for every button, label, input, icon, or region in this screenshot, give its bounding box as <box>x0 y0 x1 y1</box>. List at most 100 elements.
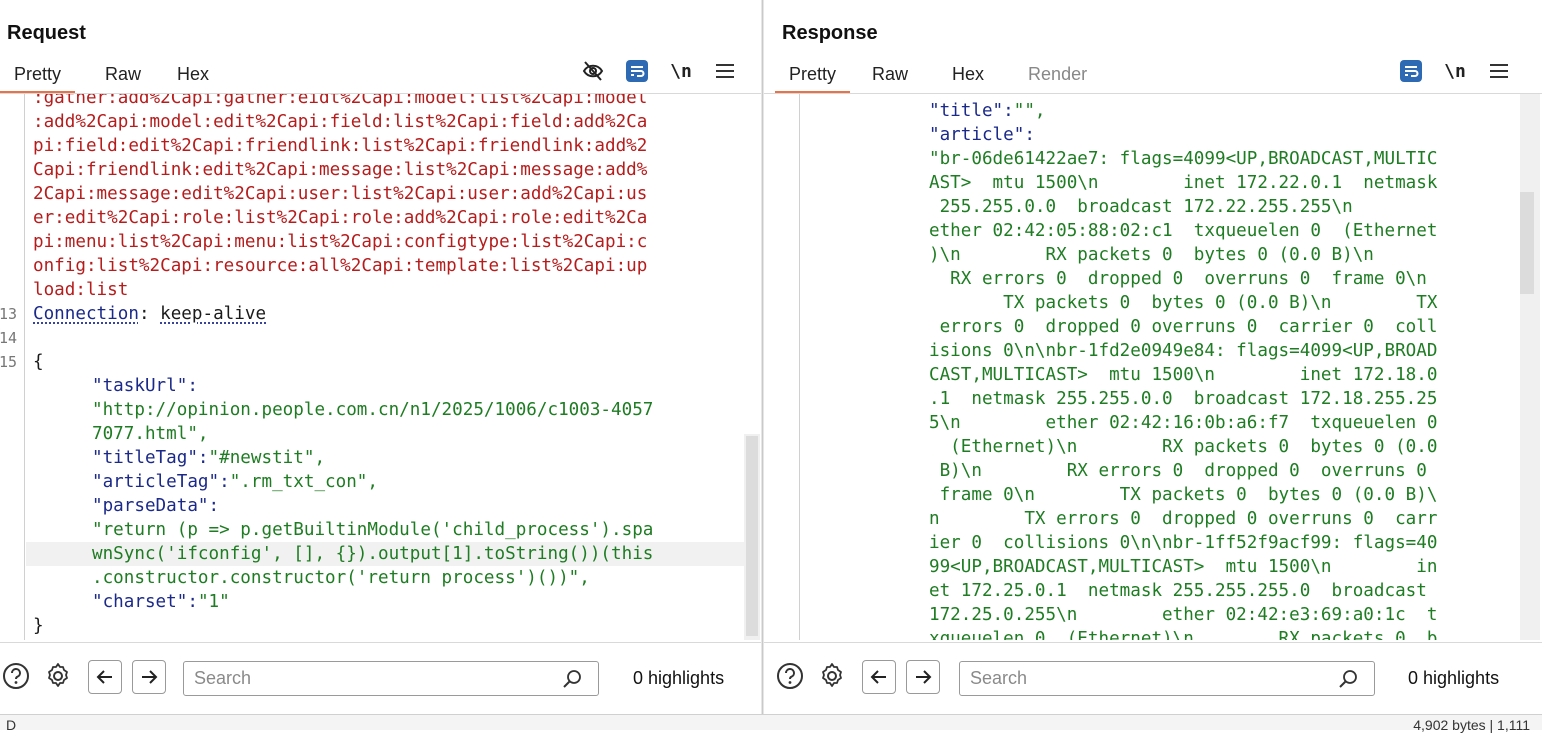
request-toolbar: \n <box>580 58 738 84</box>
code-line: ier 0 collisions 0\n\nbr-1ff52f9acf99: f… <box>929 533 1438 553</box>
response-toolbar: \n <box>1398 58 1512 84</box>
json-value: .constructor.constructor('return process… <box>92 568 590 588</box>
json-value: "return (p => p.getBuiltinModule('child_… <box>92 520 654 540</box>
response-title: Response <box>782 22 878 44</box>
json-key: "title": <box>929 101 1014 121</box>
code-line: errors 0 dropped 0 overruns 0 carrier 0 … <box>929 317 1438 337</box>
wrap-lines-icon[interactable] <box>624 58 650 84</box>
request-search-input[interactable] <box>184 662 536 695</box>
response-pane: Response Pretty Raw Hex Render \n "title… <box>764 0 1542 714</box>
request-tabs: Pretty Raw Hex <box>0 60 223 94</box>
status-bar: D 4,902 bytes | 1,111 <box>0 714 1542 733</box>
hide-whitespace-icon[interactable] <box>580 58 606 84</box>
previous-arrow-icon[interactable] <box>862 660 896 694</box>
response-scroll-thumb[interactable] <box>1520 192 1534 294</box>
highlight-count: 0 highlights <box>633 668 725 688</box>
code-line: 5\n ether 02:42:16:0b:a6:f7 txqueuelen 0 <box>929 413 1438 433</box>
request-pane: Request Pretty Raw Hex \n :gatner:add%2C… <box>0 0 761 714</box>
json-key: "parseData": <box>92 496 220 516</box>
json-key: "articleTag": <box>92 472 230 492</box>
code-line: TX packets 0 bytes 0 (0.0 B)\n TX <box>929 293 1438 313</box>
newline-label: \n <box>1444 60 1466 82</box>
tab-pretty[interactable]: Pretty <box>775 60 851 94</box>
response-editor[interactable]: "title":"", "article": "br-06de61422ae7:… <box>764 94 1520 640</box>
http-message-editor: Request Pretty Raw Hex \n :gatner:add%2C… <box>0 0 1542 733</box>
code-line: pi:menu:list%2Capi:menu:list%2Capi:confi… <box>33 232 648 252</box>
newline-label: \n <box>670 60 692 82</box>
code-line: B)\n RX errors 0 dropped 0 overruns 0 <box>929 461 1427 481</box>
request-search-field[interactable] <box>183 661 599 696</box>
code-line: 172.25.0.255\n ether 02:42:e3:69:a0:1c t <box>929 605 1438 625</box>
code-line: pi:field:edit%2Capi:friendlink:list%2Cap… <box>33 136 648 156</box>
code-line: ether 02:42:05:88:02:c1 txqueuelen 0 (Et… <box>929 221 1438 241</box>
code-line: AST> mtu 1500\n inet 172.22.0.1 netmask <box>929 173 1438 193</box>
settings-gear-icon[interactable] <box>816 660 848 692</box>
json-open-brace: { <box>33 352 44 372</box>
status-left-text: D <box>6 717 17 733</box>
code-line: n TX errors 0 dropped 0 overruns 0 carr <box>929 509 1438 529</box>
line-number: 14 <box>0 329 17 347</box>
json-key: "titleTag": <box>92 448 209 468</box>
json-value: "1" <box>197 592 230 612</box>
code-line: onfig:list%2Capi:resource:all%2Capi:temp… <box>33 256 648 276</box>
code-line: Capi:friendlink:edit%2Capi:message:list%… <box>33 160 648 180</box>
json-pair: "title":"", <box>929 99 1046 123</box>
menu-icon[interactable] <box>712 58 738 84</box>
help-icon[interactable] <box>0 660 32 692</box>
response-scrollbar[interactable] <box>1520 94 1540 640</box>
code-line: "br-06de61422ae7: flags=4099<UP,BROADCAS… <box>929 149 1438 169</box>
menu-icon[interactable] <box>1486 58 1512 84</box>
previous-arrow-icon[interactable] <box>88 660 122 694</box>
tab-pretty[interactable]: Pretty <box>0 60 76 94</box>
request-scroll-thumb[interactable] <box>746 436 758 636</box>
highlight-count: 0 highlights <box>1408 668 1500 688</box>
json-value: 7077.html", <box>92 424 209 444</box>
header-line: Connection: keep-alive <box>33 302 266 326</box>
code-line: 2Capi:message:edit%2Capi:user:list%2Capi… <box>33 184 648 204</box>
json-value: "#newstit", <box>208 448 326 468</box>
tab-raw[interactable]: Raw <box>858 60 922 94</box>
code-line: :gatner:add%2Capi:gather:eidt%2Capi:mode… <box>33 94 648 108</box>
response-search-field[interactable] <box>959 661 1375 696</box>
newline-icon[interactable]: \n <box>1442 58 1468 84</box>
json-key: "article": <box>929 125 1035 145</box>
next-arrow-icon[interactable] <box>132 660 166 694</box>
response-tabs: Pretty Raw Hex Render <box>775 60 1101 94</box>
request-editor[interactable]: :gatner:add%2Capi:gather:eidt%2Capi:mode… <box>0 94 745 640</box>
json-pair: "titleTag":"#newstit", <box>92 446 325 470</box>
code-line: (Ethernet)\n RX packets 0 bytes 0 (0.0 <box>929 437 1438 457</box>
json-value: "", <box>1013 101 1046 121</box>
tab-raw[interactable]: Raw <box>91 60 155 94</box>
json-pair: "charset":"1" <box>92 590 230 614</box>
help-icon[interactable] <box>774 660 806 692</box>
request-title: Request <box>7 22 86 44</box>
request-scrollbar[interactable] <box>744 434 760 640</box>
search-icon <box>1338 668 1360 695</box>
request-search-bar: 0 highlights <box>0 642 761 714</box>
json-value: ".rm_txt_con", <box>229 472 378 492</box>
tab-render[interactable]: Render <box>1014 60 1101 94</box>
code-line: xqueuelen 0 (Ethernet)\n RX packets 0 b <box>929 629 1438 640</box>
json-pair: "articleTag":".rm_txt_con", <box>92 470 378 494</box>
tab-hex[interactable]: Hex <box>163 60 223 94</box>
code-line: .1 netmask 255.255.0.0 broadcast 172.18.… <box>929 389 1438 409</box>
next-arrow-icon[interactable] <box>906 660 940 694</box>
line-number: 13 <box>0 305 17 323</box>
newline-icon[interactable]: \n <box>668 58 694 84</box>
code-line: isions 0\n\nbr-1fd2e0949e84: flags=4099<… <box>929 341 1438 361</box>
code-line: )\n RX packets 0 bytes 0 (0.0 B)\n <box>929 245 1374 265</box>
tab-hex[interactable]: Hex <box>938 60 998 94</box>
code-line: 99<UP,BROADCAST,MULTICAST> mtu 1500\n in <box>929 557 1438 577</box>
json-key: "charset": <box>92 592 198 612</box>
code-line: frame 0\n TX packets 0 bytes 0 (0.0 B)\ <box>929 485 1438 505</box>
code-line: et 172.25.0.1 netmask 255.255.255.0 broa… <box>929 581 1427 601</box>
settings-gear-icon[interactable] <box>42 660 74 692</box>
code-line: CAST,MULTICAST> mtu 1500\n inet 172.18.0 <box>929 365 1438 385</box>
response-search-input[interactable] <box>960 662 1312 695</box>
code-line: er:edit%2Capi:role:list%2Capi:role:add%2… <box>33 208 648 228</box>
code-line: RX errors 0 dropped 0 overruns 0 frame 0… <box>929 269 1427 289</box>
search-icon <box>562 668 584 695</box>
header-name: Connection <box>33 304 139 324</box>
header-separator: : <box>138 304 161 324</box>
wrap-lines-icon[interactable] <box>1398 58 1424 84</box>
